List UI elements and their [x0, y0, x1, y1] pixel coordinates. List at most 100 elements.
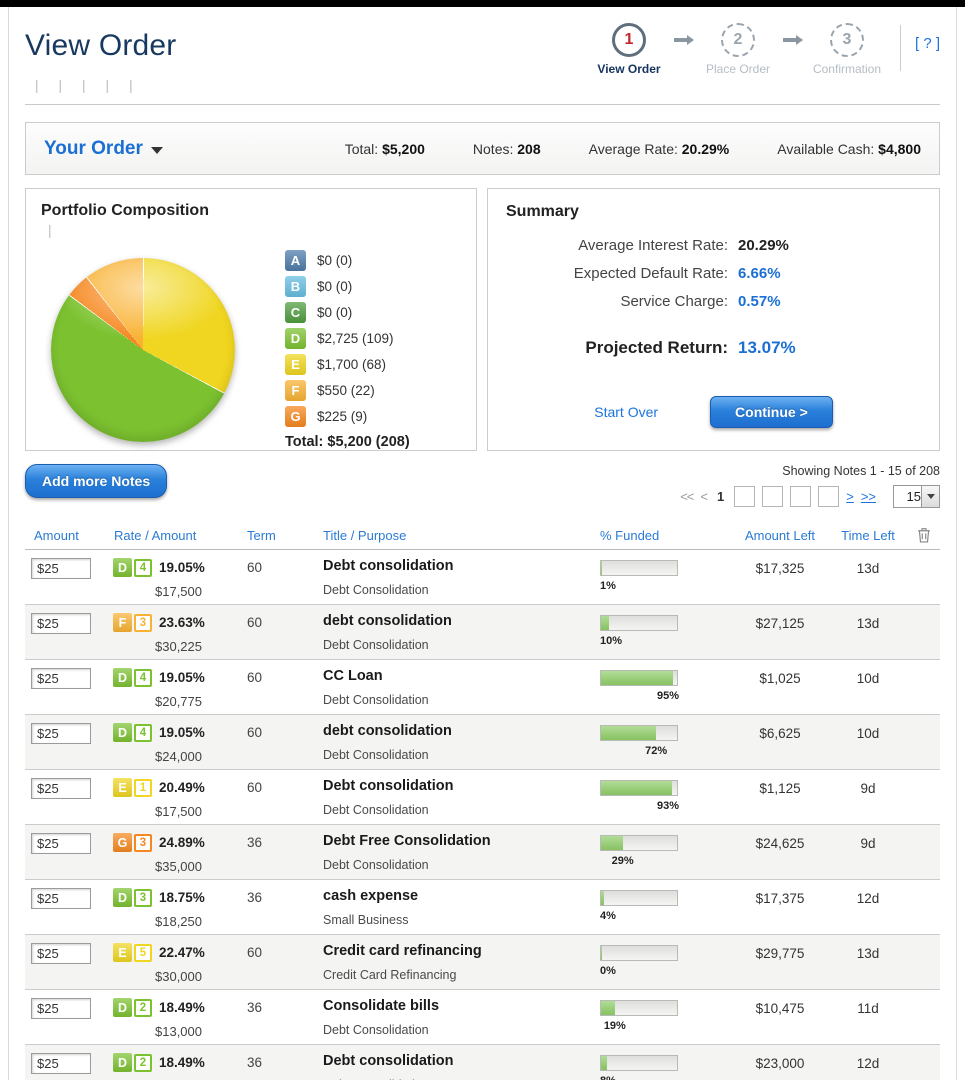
summary-panel: Summary Average Interest Rate: 20.29% Ex…	[487, 188, 940, 451]
chevron-down-icon	[151, 147, 163, 154]
legend-value: $0 (0)	[317, 253, 352, 268]
note-title: Debt consolidation	[323, 558, 600, 574]
your-order-dropdown[interactable]: Your Order	[44, 138, 163, 160]
term-value: 60	[247, 943, 323, 989]
col-header-funded[interactable]: % Funded	[600, 528, 732, 543]
step-label: Place Order	[706, 62, 770, 76]
pagination-page[interactable]	[818, 486, 839, 507]
select-dropdown-button[interactable]	[921, 486, 939, 507]
time-left-value: 12d	[828, 888, 908, 934]
note-row: D 4 19.05% $17,500 60 Debt consolidation…	[25, 550, 940, 605]
pagination-last[interactable]: >>	[861, 489, 876, 504]
funded-progress-bar	[600, 560, 678, 576]
nav-separator: |	[119, 78, 143, 93]
loan-amount: $17,500	[105, 584, 247, 599]
trash-icon[interactable]	[908, 527, 940, 543]
amount-input[interactable]	[31, 558, 91, 579]
progress-step: 1 View Order	[586, 23, 672, 76]
note-row: G 3 24.89% $35,000 36 Debt Free Consolid…	[25, 825, 940, 880]
note-title: Credit card refinancing	[323, 943, 600, 959]
term-value: 60	[247, 778, 323, 824]
amount-input[interactable]	[31, 1053, 91, 1074]
col-header-time-left[interactable]: Time Left	[828, 528, 908, 543]
continue-button[interactable]: Continue >	[710, 396, 833, 428]
table-header-row: Amount Rate / Amount Term Title / Purpos…	[25, 520, 940, 550]
note-row: D 2 18.49% $25,000 36 Debt consolidation…	[25, 1045, 940, 1080]
pagination-page[interactable]	[762, 486, 783, 507]
summary-title: Summary	[506, 203, 921, 221]
showing-notes-text: Showing Notes 1 - 15 of 208	[680, 464, 940, 478]
chevron-down-icon	[927, 494, 935, 499]
start-over-link[interactable]: Start Over	[594, 404, 658, 420]
note-row: D 4 19.05% $24,000 60 debt consolidation…	[25, 715, 940, 770]
col-header-rate-amount[interactable]: Rate / Amount	[105, 528, 247, 543]
funded-fill	[601, 671, 673, 685]
col-header-amount[interactable]: Amount	[25, 528, 105, 543]
note-purpose: Debt Consolidation	[323, 693, 600, 707]
toolbar-right: Showing Notes 1 - 15 of 208 << < 1 > >> …	[680, 464, 940, 508]
legend-item: G $225 (9)	[285, 406, 457, 427]
amount-left-value: $17,325	[732, 558, 828, 604]
amount-input[interactable]	[31, 778, 91, 799]
grade-letter-badge: F	[113, 613, 132, 632]
funded-progress-bar	[600, 835, 678, 851]
term-value: 36	[247, 888, 323, 934]
note-purpose: Debt Consolidation	[323, 803, 600, 817]
help-link[interactable]: [ ? ]	[915, 35, 940, 52]
progress-step: 3 Confirmation	[804, 23, 890, 76]
funded-fill	[601, 726, 656, 740]
amount-input[interactable]	[31, 998, 91, 1019]
pagination-first[interactable]: <<	[680, 489, 693, 504]
pagination-prev[interactable]: <	[700, 489, 707, 504]
pagination-next[interactable]: >	[846, 489, 854, 504]
pagination-page[interactable]	[790, 486, 811, 507]
page-size-select[interactable]: 15	[893, 485, 940, 508]
col-header-term[interactable]: Term	[247, 528, 323, 543]
amount-input[interactable]	[31, 833, 91, 854]
term-value: 60	[247, 558, 323, 604]
table-body: D 4 19.05% $17,500 60 Debt consolidation…	[25, 550, 940, 1080]
progress-step: 2 Place Order	[695, 23, 781, 76]
term-value: 60	[247, 723, 323, 769]
step-arrow-icon	[674, 38, 687, 42]
col-header-amount-left[interactable]: Amount Left	[732, 528, 828, 543]
grade-letter-badge: D	[113, 1053, 132, 1072]
summary-rows: Average Interest Rate: 20.29% Expected D…	[506, 237, 921, 310]
order-stats: Total: $5,200 Notes: 208 Average Rate: 2…	[345, 141, 921, 157]
amount-left-value: $23,000	[732, 1053, 828, 1080]
amount-input[interactable]	[31, 943, 91, 964]
grade-letter-badge: E	[113, 778, 132, 797]
pagination-page[interactable]	[734, 486, 755, 507]
pie-legend: A $0 (0) B $0 (0) C $0 (0) D $2,725 (109…	[285, 250, 457, 450]
note-title: debt consolidation	[323, 723, 600, 739]
funded-percent-label: 10%	[600, 635, 732, 647]
projected-return-label: Projected Return:	[506, 338, 728, 358]
legend-value: $0 (0)	[317, 279, 352, 294]
term-value: 36	[247, 1053, 323, 1080]
time-left-value: 13d	[828, 613, 908, 659]
order-summary-bar: Your Order Total: $5,200 Notes: 208 Aver…	[25, 122, 940, 175]
note-purpose: Debt Consolidation	[323, 583, 600, 597]
amount-input[interactable]	[31, 668, 91, 689]
note-purpose: Debt Consolidation	[323, 858, 600, 872]
time-left-value: 12d	[828, 1053, 908, 1080]
funded-percent-label: 93%	[657, 800, 789, 812]
note-purpose: Debt Consolidation	[323, 1023, 600, 1037]
grade-number-badge: 4	[134, 559, 152, 577]
grade-number-badge: 3	[134, 889, 152, 907]
grade-number-badge: 1	[134, 779, 152, 797]
interest-rate: 19.05%	[159, 670, 205, 685]
loan-amount: $13,000	[105, 1024, 247, 1039]
funded-percent-label: 19%	[604, 1020, 736, 1032]
add-more-notes-button[interactable]: Add more Notes	[25, 464, 167, 498]
amount-input[interactable]	[31, 723, 91, 744]
tab-separator: |	[41, 223, 59, 238]
amount-input[interactable]	[31, 613, 91, 634]
legend-value: $550 (22)	[317, 383, 375, 398]
interest-rate: 20.49%	[159, 780, 205, 795]
amount-input[interactable]	[31, 888, 91, 909]
funded-percent-label: 4%	[600, 910, 732, 922]
loan-amount: $17,500	[105, 804, 247, 819]
interest-rate: 18.49%	[159, 1000, 205, 1015]
col-header-title-purpose[interactable]: Title / Purpose	[323, 528, 600, 543]
